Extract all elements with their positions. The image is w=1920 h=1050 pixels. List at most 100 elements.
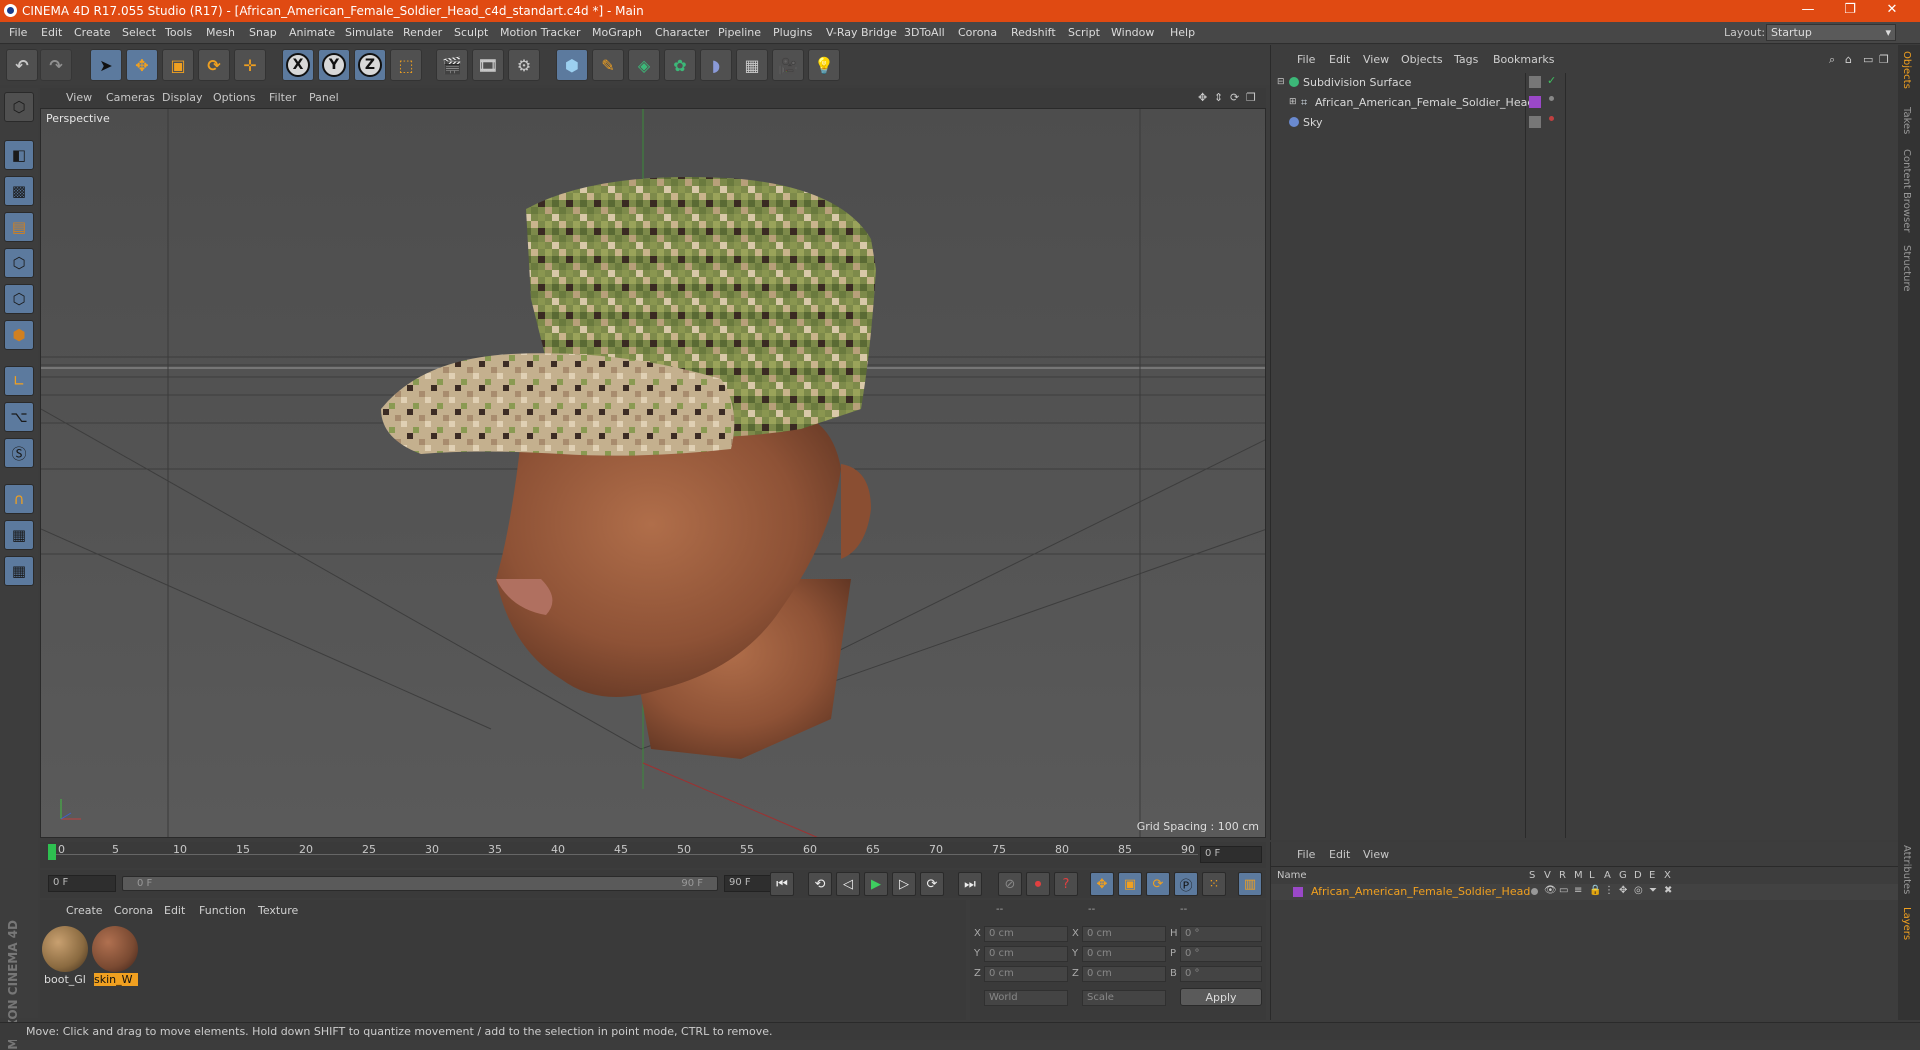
viewport-menu-cameras[interactable]: Cameras [106,91,155,104]
menu-select[interactable]: Select [122,26,156,39]
coord-size-mode-dropdown[interactable]: Scale [1082,990,1166,1006]
tab-structure[interactable]: Structure [1901,245,1912,292]
workplane-mode-button[interactable]: ▤ [4,212,34,242]
add-spline-button[interactable]: ✎ [592,49,624,81]
tab-layers[interactable]: Layers [1901,907,1912,940]
layer-deformer-icon[interactable]: ◎ [1634,885,1643,896]
move-tool-button[interactable]: ✥ [126,49,158,81]
object-menu-tags[interactable]: Tags [1454,53,1478,66]
render-settings-button[interactable]: ⚙ [508,49,540,81]
material-menu-corona[interactable]: Corona [114,904,153,917]
tab-attributes[interactable]: Attributes [1901,845,1912,894]
editor-visibility-dot[interactable] [1549,96,1554,101]
viewport-maximize-icon[interactable]: ❐ [1246,91,1256,104]
coord-size-z-field[interactable]: 0 cm [1082,966,1166,982]
menu-mesh[interactable]: Mesh [206,26,235,39]
menu-create[interactable]: Create [74,26,111,39]
record-active-button[interactable]: ⏺ [1026,872,1050,896]
layer-lock-icon[interactable]: 🔒 [1589,885,1601,896]
object-row-soldier-head[interactable]: ⊞ ⌗ African_American_Female_Soldier_Head [1271,93,1899,113]
planar-workplane-button[interactable]: ▦ [4,556,34,586]
add-array-button[interactable]: ✿ [664,49,696,81]
layer-animation-icon[interactable]: ⋮ [1604,885,1614,896]
viewport-rotate-icon[interactable]: ⟳ [1230,91,1239,104]
layout-dropdown[interactable]: Startup [1766,24,1896,41]
snap-button[interactable]: ∩ [4,484,34,514]
object-row-sky[interactable]: Sky [1271,113,1899,133]
texture-mode-button[interactable]: ▩ [4,176,34,206]
object-menu-file[interactable]: File [1297,53,1315,66]
coord-pos-z-field[interactable]: 0 cm [984,966,1068,982]
add-cube-button[interactable]: ⬢ [556,49,588,81]
x-axis-lock-button[interactable]: X [282,49,314,81]
previous-key-button[interactable]: ⟲ [808,872,832,896]
go-to-end-button[interactable]: ⏭ [958,872,982,896]
layer-solo-dot[interactable] [1531,888,1538,895]
scale-tool-button[interactable]: ▣ [162,49,194,81]
menu-sculpt[interactable]: Sculpt [454,26,488,39]
material-menu-create[interactable]: Create [66,904,103,917]
menu-vray-bridge[interactable]: V-Ray Bridge [826,26,897,39]
key-position-button[interactable]: ✥ [1090,872,1114,896]
layer-color-swatch[interactable] [1529,96,1541,108]
object-menu-objects[interactable]: Objects [1401,53,1443,66]
menu-character[interactable]: Character [655,26,709,39]
tab-content-browser[interactable]: Content Browser [1901,149,1912,232]
3d-viewport[interactable]: Perspective Grid Spacing : 100 cm [40,108,1266,838]
object-collapse-icon[interactable]: ▭ [1863,53,1873,66]
menu-plugins[interactable]: Plugins [773,26,812,39]
go-to-start-button[interactable]: ⏮ [770,872,794,896]
layer-row[interactable]: African_American_Female_Soldier_Head 👁 ▭… [1271,884,1899,900]
object-menu-view[interactable]: View [1363,53,1389,66]
menu-motion-tracker[interactable]: Motion Tracker [500,26,580,39]
sky-render-dot[interactable] [1549,116,1554,121]
layer-menu-view[interactable]: View [1363,848,1389,861]
model-mode-button[interactable]: ◧ [4,140,34,170]
tab-objects[interactable]: Objects [1901,51,1912,89]
workplane-lock-button[interactable]: ▦ [4,520,34,550]
material-skin[interactable]: skin_W [92,926,138,986]
tab-takes[interactable]: Takes [1901,107,1912,134]
key-pla-button[interactable]: ⁙ [1202,872,1226,896]
recent-tool-button[interactable]: ✛ [234,49,266,81]
key-parameter-button[interactable]: Ⓟ [1174,872,1198,896]
points-mode-button[interactable]: ⬡ [4,248,34,278]
layer-expression-icon[interactable]: ⏷ [1649,885,1657,896]
coordinate-system-button[interactable]: ⬚ [390,49,422,81]
solo-button[interactable]: Ⓢ [4,438,34,468]
make-editable-button[interactable]: ⬡ [4,92,34,122]
menu-pipeline[interactable]: Pipeline [718,26,761,39]
menu-mograph[interactable]: MoGraph [592,26,642,39]
layer-menu-edit[interactable]: Edit [1329,848,1350,861]
material-menu-texture[interactable]: Texture [258,904,298,917]
add-deformer-button[interactable]: ◗ [700,49,732,81]
z-axis-lock-button[interactable]: Z [354,49,386,81]
next-key-button[interactable]: ⟳ [920,872,944,896]
menu-simulate[interactable]: Simulate [345,26,394,39]
coord-rot-b-field[interactable]: 0 ° [1180,966,1262,982]
apply-button[interactable]: Apply [1180,988,1262,1006]
y-axis-lock-button[interactable]: Y [318,49,350,81]
object-maximize-icon[interactable]: ❐ [1879,53,1889,66]
object-row-subdivision[interactable]: ⊟ Subdivision Surface ✓ [1271,73,1899,93]
menu-render[interactable]: Render [403,26,442,39]
coord-rot-p-field[interactable]: 0 ° [1180,946,1262,962]
viewport-menu-display[interactable]: Display [162,91,203,104]
add-subdivision-button[interactable]: ◈ [628,49,660,81]
enabled-check-icon[interactable]: ✓ [1547,74,1556,87]
playhead-marker[interactable] [48,844,56,860]
menu-script[interactable]: Script [1068,26,1100,39]
menu-corona[interactable]: Corona [958,26,997,39]
viewport-dolly-icon[interactable]: ⇕ [1214,91,1223,104]
frame-range-slider[interactable]: 0 F 90 F [122,876,718,891]
timeline-window-button[interactable]: ▥ [1238,872,1262,896]
redo-button[interactable]: ↷ [40,49,72,81]
viewport-menu-options[interactable]: Options [213,91,255,104]
expand-toggle-icon[interactable]: ⊞ [1289,97,1297,107]
layer-xref-icon[interactable]: ✖ [1664,885,1672,896]
polygons-mode-button[interactable]: ⬢ [4,320,34,350]
object-home-icon[interactable]: ⌂ [1845,53,1852,66]
layer-generator-icon[interactable]: ✥ [1619,885,1627,896]
layer-eye-icon[interactable]: 👁 [1544,885,1557,896]
maximize-button[interactable]: ❐ [1830,2,1870,20]
